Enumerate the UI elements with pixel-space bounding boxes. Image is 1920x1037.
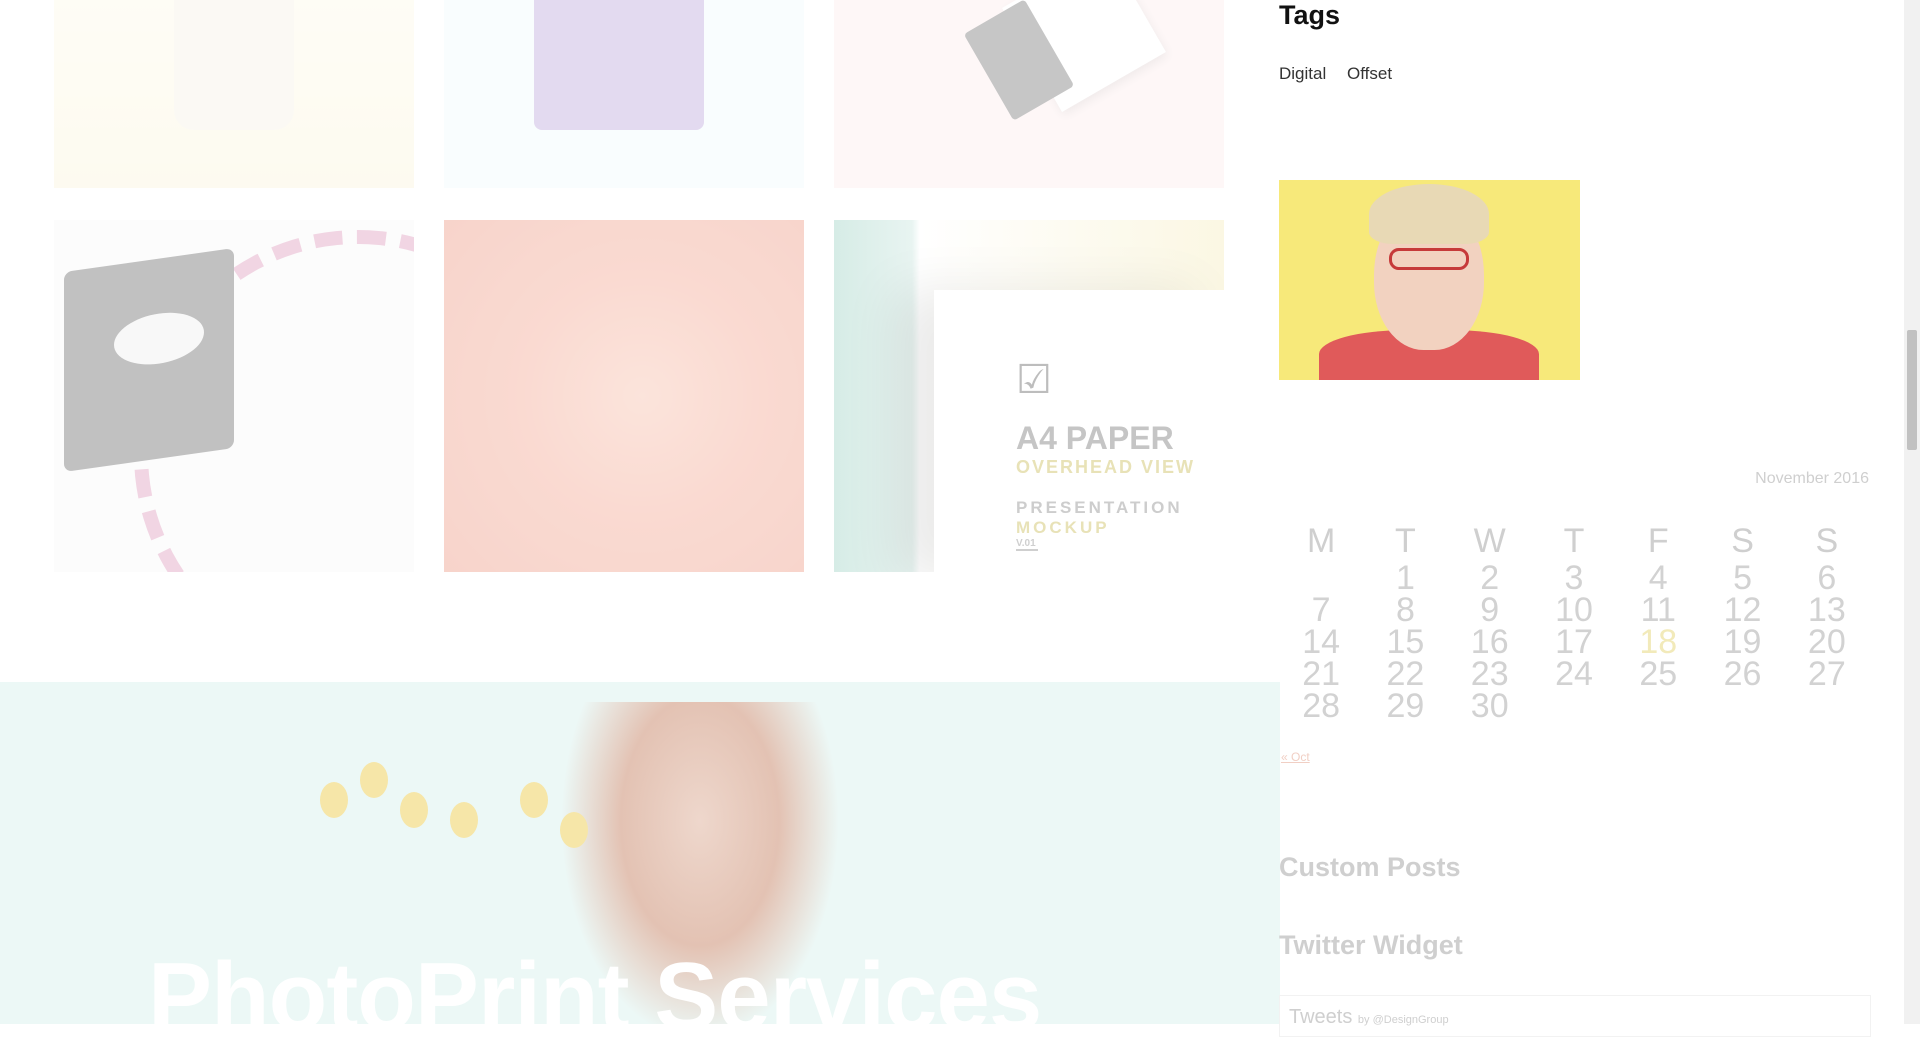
calendar-week: 1 2 3 4 5 6 xyxy=(1279,559,1869,597)
tweets-by[interactable]: by @DesignGroup xyxy=(1358,1014,1449,1026)
calendar-day: 3 xyxy=(1564,559,1584,597)
checkbox-icon: ☑ xyxy=(1016,358,1052,402)
calendar-day: 23 xyxy=(1470,655,1509,693)
calendar-empty-day xyxy=(1616,690,1700,722)
paper-presentation: PRESENTATION xyxy=(1016,498,1183,517)
paper-subtitle: OVERHEAD VIEW xyxy=(1016,457,1196,477)
tags-widget-title: Tags xyxy=(1279,0,1341,30)
calendar-prev-link[interactable]: « Oct xyxy=(1281,750,1310,764)
hero-title: PhotoPrint Services xyxy=(148,943,1042,1024)
gallery-item-pouch[interactable] xyxy=(54,0,414,188)
calendar-caption: November 2016 xyxy=(1755,470,1869,487)
calendar-week: 21 22 23 24 25 26 27 xyxy=(1279,655,1869,693)
tulip-image xyxy=(520,782,548,818)
calendar-day: 2 xyxy=(1480,559,1500,597)
calendar-week: 14 15 16 17 18 19 20 xyxy=(1279,623,1869,661)
gallery-item-card-clip[interactable] xyxy=(834,0,1224,188)
calendar-day: 25 xyxy=(1639,655,1678,693)
gallery-item-tshirt[interactable] xyxy=(444,0,804,188)
calendar-day: 17 xyxy=(1555,623,1593,661)
calendar-day: 10 xyxy=(1555,591,1593,629)
calendar-day: 1 xyxy=(1395,559,1415,597)
calendar-day: 7 xyxy=(1311,591,1331,629)
calendar-day: 9 xyxy=(1480,591,1500,629)
tweets-label: Tweets xyxy=(1289,1006,1353,1028)
calendar-day: 19 xyxy=(1723,623,1762,661)
ad-hair xyxy=(1369,184,1489,244)
calendar-weekday: F xyxy=(1647,521,1669,560)
calendar-day: 16 xyxy=(1470,623,1509,661)
calendar-weekday: S xyxy=(1815,521,1839,560)
calendar-day: 13 xyxy=(1807,591,1846,629)
calendar-day: 26 xyxy=(1723,655,1762,693)
paper-mockup-label: MOCKUP xyxy=(1016,518,1110,537)
calendar-weekday: W xyxy=(1473,521,1506,560)
calendar-empty-day xyxy=(1279,562,1363,594)
sidebar: Tags Digital Offset November 2016 M T W T F S… xyxy=(1279,0,1899,1037)
gallery-item-loupe[interactable] xyxy=(54,220,414,572)
calendar-day: 22 xyxy=(1386,655,1425,693)
calendar-day: 4 xyxy=(1648,559,1668,597)
calendar-day: 20 xyxy=(1807,623,1846,661)
calendar-day: 8 xyxy=(1395,591,1415,629)
hero-banner: PhotoPrint Services xyxy=(0,682,1280,1024)
tulip-image xyxy=(450,802,478,838)
calendar-day: 6 xyxy=(1817,559,1837,597)
calendar-day: 29 xyxy=(1386,687,1425,725)
calendar-day: 30 xyxy=(1470,687,1509,725)
twitter-widget-title: Twitter Widget xyxy=(1279,930,1463,960)
calendar-day: 15 xyxy=(1386,623,1425,661)
calendar-grid: MTWTFSS 1 2 3 4 5 6 7 8 9 10 11 12 13 14 15 16 17 18 19 20 2… xyxy=(1279,520,1869,725)
calendar-empty-day xyxy=(1785,690,1869,722)
calendar-day: 12 xyxy=(1723,591,1762,629)
calendar-day: 27 xyxy=(1807,655,1846,693)
tulip-image xyxy=(320,782,348,818)
calendar-week: 7 8 9 10 11 12 13 xyxy=(1279,591,1869,629)
calendar-day: 21 xyxy=(1302,655,1341,693)
custom-posts-title: Custom Posts xyxy=(1279,852,1461,882)
calendar-weekday: T xyxy=(1563,521,1585,560)
calendar-day: 18 xyxy=(1639,623,1678,661)
paper-mockup-text: ☑ A4 PAPER OVERHEAD VIEW PRESENTATION MO… xyxy=(1016,360,1195,551)
sidebar-ad-image[interactable] xyxy=(1279,180,1580,380)
ad-glasses xyxy=(1389,248,1469,270)
scrollbar-thumb[interactable] xyxy=(1907,330,1917,450)
calendar-day: 14 xyxy=(1302,623,1341,661)
page-scrollbar[interactable] xyxy=(1904,0,1920,1024)
calendar-day: 5 xyxy=(1733,559,1752,597)
calendar-day: 11 xyxy=(1640,591,1676,629)
calendar-weekday: S xyxy=(1731,521,1754,560)
tulip-image xyxy=(400,792,428,828)
paper-version: V.01 xyxy=(1016,538,1038,551)
calendar-empty-day xyxy=(1532,690,1616,722)
calendar-empty-day xyxy=(1700,690,1784,722)
calendar-day: 28 xyxy=(1302,687,1341,725)
calendar-weekday: T xyxy=(1395,521,1416,560)
calendar-weekday: M xyxy=(1306,521,1336,560)
calendar-day: 24 xyxy=(1555,655,1593,693)
tulip-image xyxy=(560,812,588,848)
tag-offset[interactable]: Offset xyxy=(1347,64,1392,84)
calendar-week: 28 29 30 xyxy=(1279,687,1869,725)
tag-digital[interactable]: Digital xyxy=(1279,64,1326,84)
gallery-item-rose[interactable] xyxy=(444,220,804,572)
gallery-item-a4-paper[interactable]: ☑ A4 PAPER OVERHEAD VIEW PRESENTATION MO… xyxy=(834,220,1224,572)
tulip-image xyxy=(360,762,388,798)
tweets-header[interactable]: Tweets by @DesignGroup xyxy=(1289,1006,1449,1029)
paper-title: A4 PAPER xyxy=(1016,420,1174,456)
